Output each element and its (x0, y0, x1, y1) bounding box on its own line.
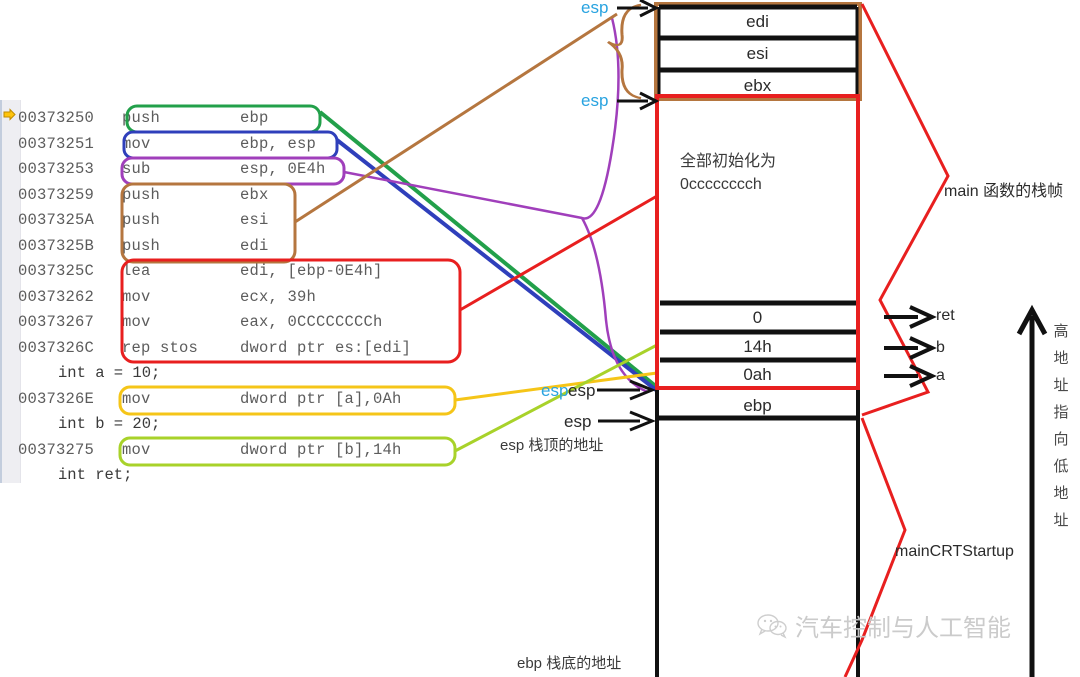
stack-cell-a-label: 0ah (743, 365, 772, 384)
watermark: 汽车控制与人工智能 (757, 608, 1011, 643)
stack-cell-ret-label: 0 (752, 308, 763, 327)
up-arrow-icon (1016, 304, 1048, 677)
stack-cell-esi-label: esi (746, 44, 769, 63)
esp-label-stack-top: esp (564, 412, 592, 431)
esp-arrow-mid (617, 91, 660, 111)
diagram-canvas: 00373250 push ebp 00373251 mov ebp, esp 003732… (0, 0, 1080, 677)
uninit-note-line2: 0cccccccch (680, 176, 762, 193)
stack-cell-b-label: 14h (743, 337, 772, 356)
esp-arrow-top (617, 0, 660, 18)
stack-cell-ebx-label: ebx (743, 76, 772, 95)
direction-char: 低 (1053, 458, 1069, 475)
direction-char: 址 (1053, 512, 1069, 529)
address-direction-label: 高地址指向低地址 (1050, 318, 1072, 534)
direction-char: 高 (1053, 323, 1069, 340)
esp-arrow-stack-top (598, 410, 656, 432)
watermark-text: 汽车控制与人工智能 (795, 615, 1011, 642)
crt-startup-label: mainCRTStartup (895, 543, 1014, 560)
direction-char: 指 (1053, 404, 1069, 421)
direction-char: 址 (1053, 377, 1069, 394)
ebp-stack-bottom-desc: ebp 栈底的地址 (517, 655, 622, 672)
wechat-icon (757, 613, 787, 639)
b-arrow-label: b (936, 339, 945, 356)
esp-arrow-ebp-slot (597, 379, 656, 401)
ret-arrow-label: ret (936, 307, 955, 324)
direction-char: 地 (1053, 485, 1069, 502)
uninit-note-line1: 全部初始化为 (680, 153, 777, 170)
esp-label-top: esp (581, 0, 609, 17)
esp-stack-top-desc: esp 栈顶的地址 (500, 437, 604, 454)
stack-cell-edi-label: edi (746, 12, 769, 31)
a-arrow-label: a (936, 367, 945, 384)
stack-cell-ebp-label: ebp (743, 396, 772, 415)
esp-label-inline-dark: esp (568, 381, 596, 400)
direction-char: 向 (1053, 431, 1069, 448)
esp-label-inline-cyan: esp (541, 381, 569, 400)
main-frame-label: main 函数的栈帧 (944, 183, 1064, 200)
esp-label-mid: esp (581, 91, 609, 110)
stack-diagram (597, 0, 1048, 677)
direction-char: 地 (1053, 350, 1069, 367)
